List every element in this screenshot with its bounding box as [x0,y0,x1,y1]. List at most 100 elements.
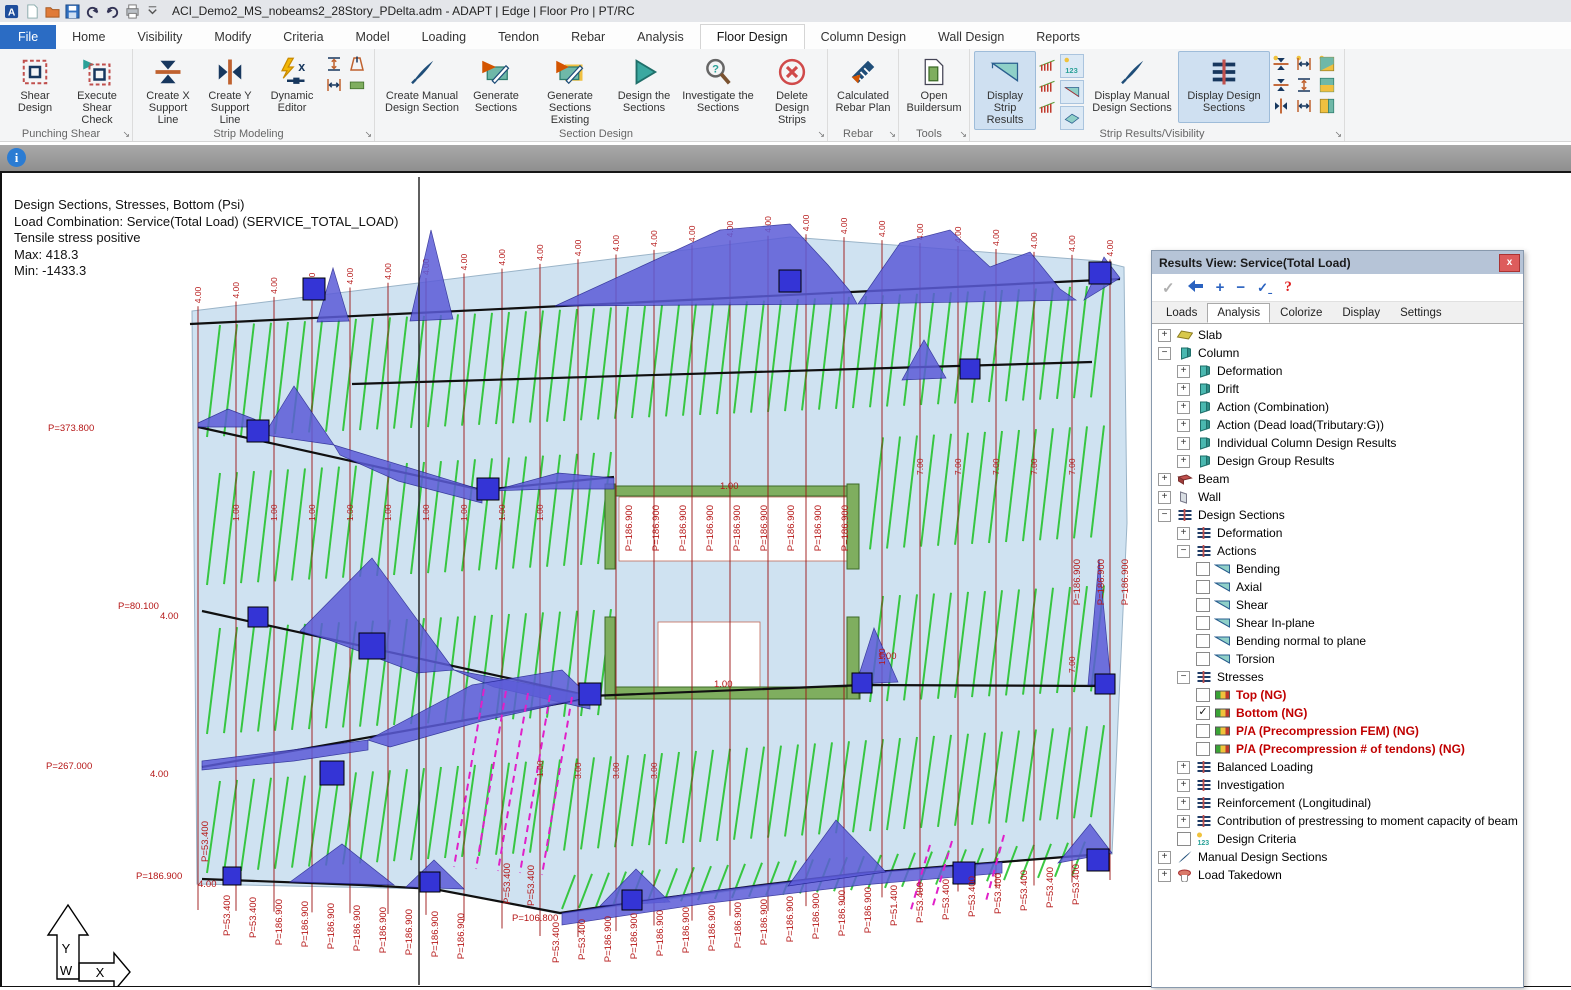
tree-item-bending-normal-to-plane[interactable]: Bending normal to plane [1152,632,1523,650]
redo-icon[interactable] [104,3,120,19]
tree-item-individual-column-design-results[interactable]: + Individual Column Design Results [1152,434,1523,452]
generate-sections-button[interactable]: Generate Sections [465,51,527,123]
results-tab-display[interactable]: Display [1332,303,1390,323]
confirm-check-icon[interactable]: ✓ [1162,279,1175,297]
tree-item-axial[interactable]: Axial [1152,578,1523,596]
patch-icon[interactable] [348,76,366,94]
strip-result-icon[interactable] [1060,80,1084,104]
tree-item-design-criteria[interactable]: 123 Design Criteria [1152,830,1523,848]
quick-access-chevron-icon[interactable] [144,3,160,19]
checkbox[interactable] [1196,616,1210,630]
tree-item-torsion[interactable]: Torsion [1152,650,1523,668]
tree-item-action-combination[interactable]: + Action (Combination) [1152,398,1523,416]
expand-icon[interactable]: + [1177,526,1190,540]
results-tab-loads[interactable]: Loads [1156,303,1207,323]
tree-item-bottom-ng[interactable]: ✓ Bottom (NG) [1152,704,1523,722]
tree-item-contribution-of-prestressing-to-moment-capacity-of-beam[interactable]: + Contribution of prestressing to moment … [1152,812,1523,830]
tab-loading[interactable]: Loading [406,25,483,49]
tree-item-reinforcement-longitudinal[interactable]: + Reinforcement (Longitudinal) [1152,794,1523,812]
tree-item-actions[interactable]: − Actions [1152,542,1523,560]
apply-check-icon[interactable]: ✓ˍ [1257,280,1272,296]
expand-icon[interactable]: + [1177,760,1190,774]
display-strip-results-button[interactable]: Display Strip Results [974,51,1036,130]
results-tab-analysis[interactable]: Analysis [1207,303,1271,323]
expand-icon[interactable]: + [1177,454,1190,468]
new-file-icon[interactable] [24,3,40,19]
tree-item-deformation[interactable]: + Deformation [1152,524,1523,542]
expand-icon[interactable]: + [1158,490,1171,504]
sq-ty-icon[interactable] [1318,76,1336,94]
tree-item-drift[interactable]: + Drift [1152,380,1523,398]
display-manual-design-sections-button[interactable]: Display Manual Design Sections [1086,51,1178,123]
spanh-icon[interactable] [325,76,343,94]
tree-item-investigation[interactable]: + Investigation [1152,776,1523,794]
expand-icon[interactable]: + [1177,400,1190,414]
display-design-sections-button[interactable]: Display Design Sections [1178,51,1270,123]
print-icon[interactable] [124,3,140,19]
collapse-icon[interactable]: − [1177,670,1190,684]
back-arrow-icon[interactable] [1187,279,1204,297]
drop-cap-icon[interactable] [348,55,366,73]
tab-file[interactable]: File [0,25,57,49]
rebar-chart-icon[interactable] [1038,76,1056,94]
collapse-icon[interactable]: − [1158,508,1171,522]
tab-tendon[interactable]: Tendon [482,25,555,49]
tree-item-action-dead-load-tributary-g[interactable]: + Action (Dead load(Tributary:G)) [1152,416,1523,434]
checkbox[interactable] [1196,742,1210,756]
calculated-rebar-plan-button[interactable]: Calculated Rebar Plan [832,51,894,123]
tree-item-p-a-precompression-fem-ng[interactable]: P/A (Precompression FEM) (NG) [1152,722,1523,740]
checkbox[interactable] [1196,688,1210,702]
checkbox[interactable] [1196,598,1210,612]
remove-icon[interactable]: − [1236,279,1245,296]
tab-analysis[interactable]: Analysis [621,25,700,49]
tree-item-p-a-precompression-of-tendons-ng[interactable]: P/A (Precompression # of tendons) (NG) [1152,740,1523,758]
expand-icon[interactable]: + [1177,382,1190,396]
save-icon[interactable] [64,3,80,19]
tree-item-shear-in-plane[interactable]: Shear In-plane [1152,614,1523,632]
design-the-sections-button[interactable]: Design the Sections [613,51,675,123]
dot-sq-yt-icon[interactable] [1318,55,1336,73]
dot-xsup-icon[interactable] [1272,55,1290,73]
results-view-header[interactable]: Results View: Service(Total Load) x [1152,251,1523,274]
generate-sections-existing-button[interactable]: Generate Sections Existing [527,51,613,130]
expand-icon[interactable]: + [1158,850,1171,864]
tab-model[interactable]: Model [340,25,406,49]
tab-column-design[interactable]: Column Design [805,25,922,49]
spanv-icon[interactable] [325,55,343,73]
open-file-icon[interactable] [44,3,60,19]
checkbox[interactable] [1196,652,1210,666]
tab-floor-design[interactable]: Floor Design [699,24,805,49]
undo-icon[interactable] [84,3,100,19]
expand-icon[interactable]: + [1177,364,1190,378]
tab-criteria[interactable]: Criteria [267,25,339,49]
dialog-launcher-icon[interactable]: ↘ [122,129,130,140]
ysup-icon[interactable] [1272,97,1290,115]
tab-rebar[interactable]: Rebar [555,25,621,49]
tree-item-wall[interactable]: + Wall [1152,488,1523,506]
dynamic-editor-button[interactable]: x Dynamic Editor [261,51,323,123]
checkbox[interactable] [1196,580,1210,594]
add-icon[interactable]: + [1216,279,1225,296]
tree-item-balanced-loading[interactable]: + Balanced Loading [1152,758,1523,776]
help-icon[interactable]: ? [1284,279,1292,296]
dialog-launcher-icon[interactable]: ↘ [1334,129,1342,140]
tree-item-load-takedown[interactable]: + Load Takedown [1152,866,1523,884]
tab-reports[interactable]: Reports [1020,25,1096,49]
create-y-support-line-button[interactable]: Create Y Support Line [199,51,261,130]
expand-icon[interactable]: + [1158,868,1171,882]
tab-wall-design[interactable]: Wall Design [922,25,1020,49]
expand-icon[interactable]: + [1177,418,1190,432]
tree-item-bending[interactable]: Bending [1152,560,1523,578]
tab-modify[interactable]: Modify [198,25,267,49]
open-buildersum-button[interactable]: Open Buildersum [903,51,965,123]
sq-solid-icon[interactable] [1318,97,1336,115]
tree-item-stresses[interactable]: − Stresses [1152,668,1523,686]
expand-icon[interactable]: + [1177,814,1190,828]
dialog-launcher-icon[interactable]: ↘ [888,129,896,140]
dialog-launcher-icon[interactable]: ↘ [959,129,967,140]
dialog-launcher-icon[interactable]: ↘ [817,129,825,140]
slab3d-icon[interactable] [1060,106,1084,130]
tree-item-column[interactable]: − Column [1152,344,1523,362]
tree-item-slab[interactable]: + Slab [1152,326,1523,344]
tree-item-design-group-results[interactable]: + Design Group Results [1152,452,1523,470]
